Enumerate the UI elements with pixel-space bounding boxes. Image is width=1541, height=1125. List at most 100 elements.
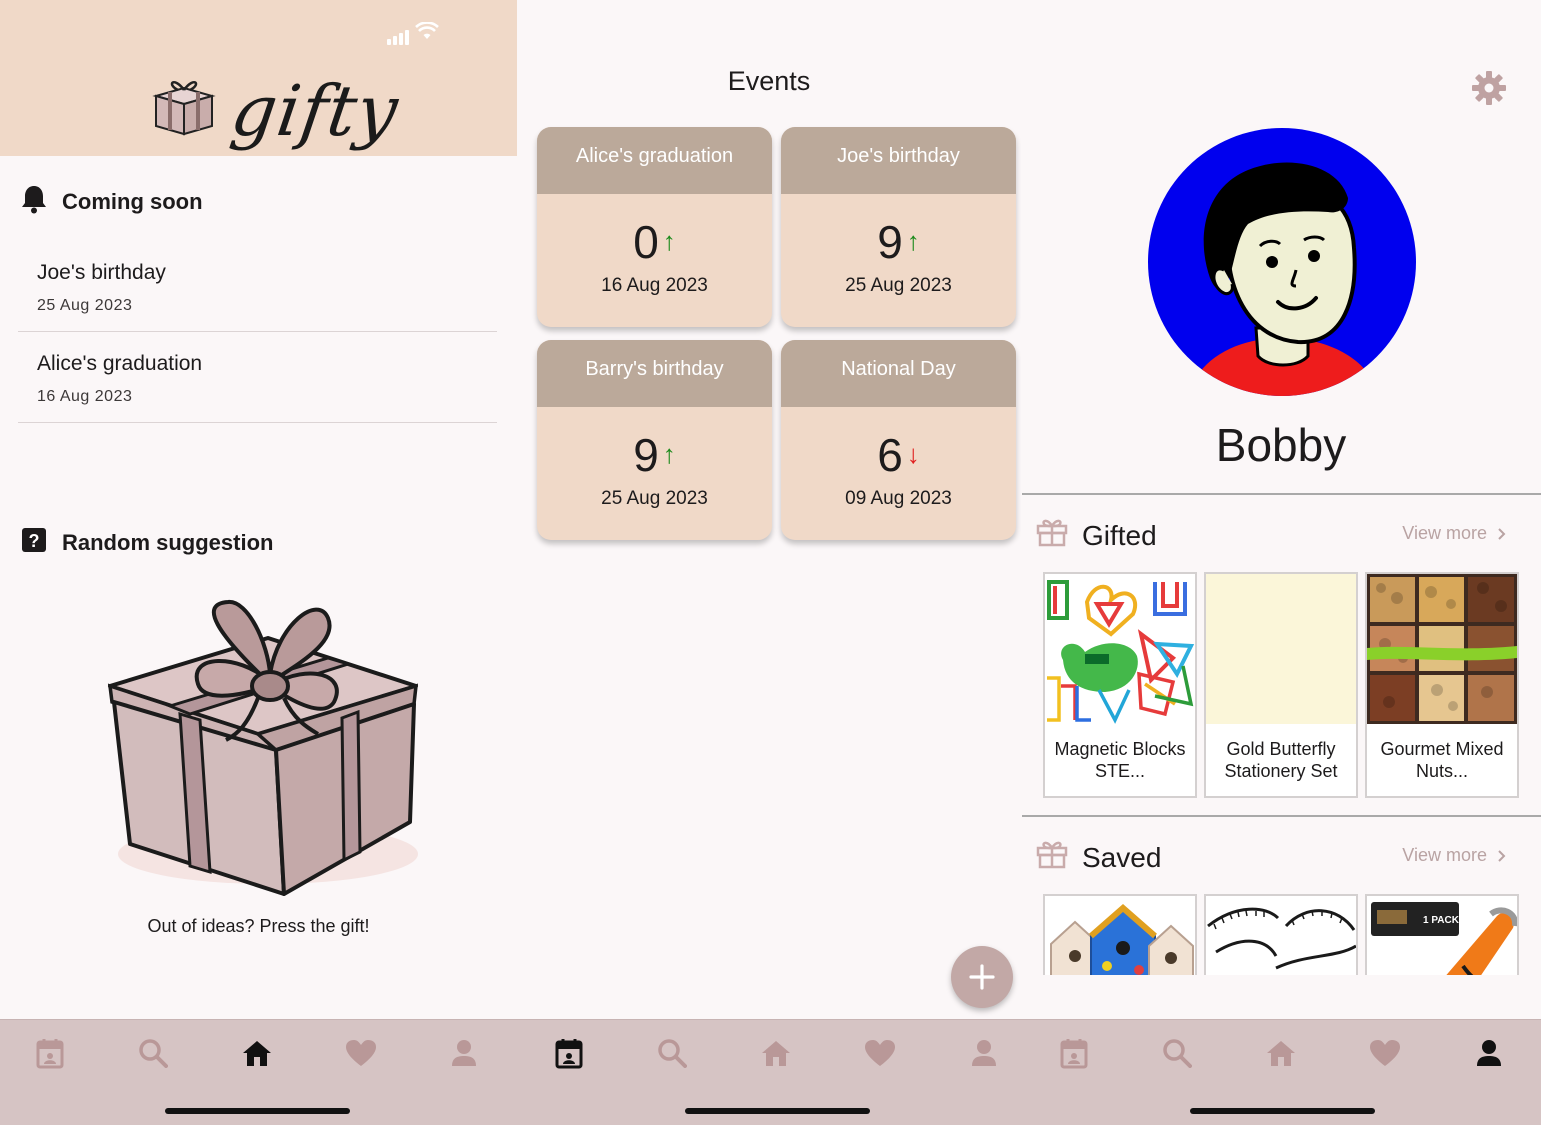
event-date: 16 Aug 2023 <box>601 275 708 296</box>
chevron-right-icon <box>1498 849 1506 862</box>
signal-icon <box>387 30 409 45</box>
wifi-icon <box>415 21 439 45</box>
event-card[interactable]: Alice's graduation 0 ↑ 16 Aug 2023 <box>537 127 772 327</box>
username: Bobby <box>1215 419 1347 471</box>
plus-icon <box>969 964 995 990</box>
event-card[interactable]: Joe's birthday 9 ↑ 25 Aug 2023 <box>781 127 1016 327</box>
magnetic-blocks-image <box>1045 574 1195 724</box>
coming-soon-header: Coming soon <box>20 184 203 220</box>
nav-search-icon[interactable] <box>1161 1036 1193 1070</box>
saved-header: Saved <box>1036 839 1161 876</box>
event-date: 09 Aug 2023 <box>845 488 952 509</box>
event-card[interactable]: Barry's birthday 9 ↑ 25 Aug 2023 <box>537 340 772 540</box>
app-logo-text: gifty <box>226 70 404 152</box>
trend-down-icon: ↓ <box>906 439 920 469</box>
event-gift-count: 0 ↑ <box>633 216 676 268</box>
gift-item-card[interactable]: Magnetic Blocks STE... <box>1043 572 1197 798</box>
gifted-view-more-link[interactable]: View more <box>1402 523 1507 544</box>
pack-badge: 1 PACK <box>1423 915 1460 926</box>
event-card-title: National Day <box>781 340 1016 407</box>
view-more-label: View more <box>1402 523 1487 543</box>
bell-icon <box>20 184 48 220</box>
flashlight-image: 1 PACK <box>1367 896 1517 975</box>
nav-person-icon[interactable] <box>1473 1036 1505 1070</box>
gift-item-title: Gold Butterfly Stationery Set <box>1224 739 1338 781</box>
add-event-button[interactable] <box>951 946 1013 1008</box>
event-date: 25 Aug 2023 <box>601 488 708 509</box>
gifted-header: Gifted <box>1036 517 1157 554</box>
birdhouses-image <box>1045 896 1195 975</box>
headbands-image <box>1206 896 1356 975</box>
home-indicator <box>1190 1108 1375 1114</box>
event-card-title: Alice's graduation <box>537 127 772 194</box>
event-date: 25 Aug 2023 <box>845 275 952 296</box>
nav-heart-icon[interactable] <box>1369 1036 1401 1070</box>
upcoming-event-name: Alice's graduation <box>37 352 203 375</box>
trend-up-icon: ↑ <box>662 226 676 256</box>
nav-heart-icon[interactable] <box>345 1036 377 1070</box>
saved-item-card[interactable] <box>1204 894 1358 975</box>
event-card-title: Joe's birthday <box>781 127 1016 194</box>
gift-item-card[interactable]: Gold Butterfly Stationery Set <box>1204 572 1358 798</box>
nav-calendar-icon[interactable] <box>1058 1036 1090 1070</box>
page-title: Events <box>727 66 811 96</box>
saved-item-card[interactable]: 1 PACK <box>1365 894 1519 975</box>
nav-search-icon[interactable] <box>656 1036 688 1070</box>
nav-calendar-icon[interactable] <box>34 1036 66 1070</box>
gift-item-title: Gourmet Mixed Nuts... <box>1380 739 1504 781</box>
avatar[interactable] <box>1148 128 1416 396</box>
nav-home-icon[interactable] <box>241 1036 273 1070</box>
gift-icon <box>1036 839 1068 876</box>
event-gift-count: 6 ↓ <box>877 429 920 481</box>
home-header: gifty <box>0 0 517 156</box>
question-icon: ? <box>20 526 48 560</box>
random-suggestion-header: ? Random suggestion <box>20 526 273 560</box>
chevron-right-icon <box>1498 527 1506 540</box>
saved-item-card[interactable] <box>1043 894 1197 975</box>
upcoming-event-item[interactable]: Joe's birthday 25 Aug 2023 <box>18 241 497 332</box>
events-screen: Events Alice's graduation 0 ↑ 16 Aug 2023… <box>517 0 1021 1125</box>
gifted-section: Gifted View more Magnetic Blocks STE... … <box>1022 493 1541 817</box>
event-card[interactable]: National Day 6 ↓ 09 Aug 2023 <box>781 340 1016 540</box>
bottom-navigation <box>0 1019 1541 1125</box>
svg-text:?: ? <box>29 531 40 551</box>
view-more-label: View more <box>1402 845 1487 865</box>
hint-text: Out of ideas? Press the gift! <box>147 916 370 936</box>
home-indicator <box>685 1108 870 1114</box>
nav-person-icon[interactable] <box>968 1036 1000 1070</box>
home-screen: gifty Coming soon Joe's birthday 25 Aug … <box>0 0 517 1125</box>
saved-section: Saved View more 1 PACK <box>1022 815 1541 975</box>
coming-soon-label: Coming soon <box>62 189 203 214</box>
gift-item-title: Magnetic Blocks STE... <box>1054 739 1186 781</box>
trend-up-icon: ↑ <box>662 439 676 469</box>
nav-search-icon[interactable] <box>137 1036 169 1070</box>
event-card-title: Barry's birthday <box>537 340 772 407</box>
stationery-set-image <box>1206 574 1356 724</box>
trend-up-icon: ↑ <box>906 226 920 256</box>
nav-heart-icon[interactable] <box>864 1036 896 1070</box>
upcoming-event-date: 16 Aug 2023 <box>37 388 133 405</box>
gift-item-card[interactable]: Gourmet Mixed Nuts... <box>1365 572 1519 798</box>
nav-home-icon[interactable] <box>760 1036 792 1070</box>
upcoming-event-name: Joe's birthday <box>37 261 166 284</box>
home-indicator <box>165 1108 350 1114</box>
settings-gear-icon[interactable] <box>1471 70 1507 111</box>
status-bar-icons <box>387 21 439 45</box>
saved-label: Saved <box>1082 841 1162 873</box>
saved-view-more-link[interactable]: View more <box>1402 845 1507 866</box>
random-suggestion-label: Random suggestion <box>62 530 274 555</box>
upcoming-event-item[interactable]: Alice's graduation 16 Aug 2023 <box>18 332 497 423</box>
gift-icon <box>1036 517 1068 554</box>
random-gift-button[interactable] <box>98 594 422 900</box>
event-gift-count: 9 ↑ <box>877 216 920 268</box>
gifted-label: Gifted <box>1082 519 1157 551</box>
nav-calendar-icon[interactable] <box>553 1036 585 1070</box>
nav-home-icon[interactable] <box>1265 1036 1297 1070</box>
big-gift-icon <box>107 600 419 896</box>
logo-gift-icon <box>150 74 216 141</box>
event-gift-count: 9 ↑ <box>633 429 676 481</box>
nav-person-icon[interactable] <box>448 1036 480 1070</box>
mixed-nuts-image <box>1367 574 1517 724</box>
upcoming-event-date: 25 Aug 2023 <box>37 297 133 314</box>
profile-screen: Bobby Gifted View more Magnetic Blocks S… <box>1021 0 1541 1125</box>
